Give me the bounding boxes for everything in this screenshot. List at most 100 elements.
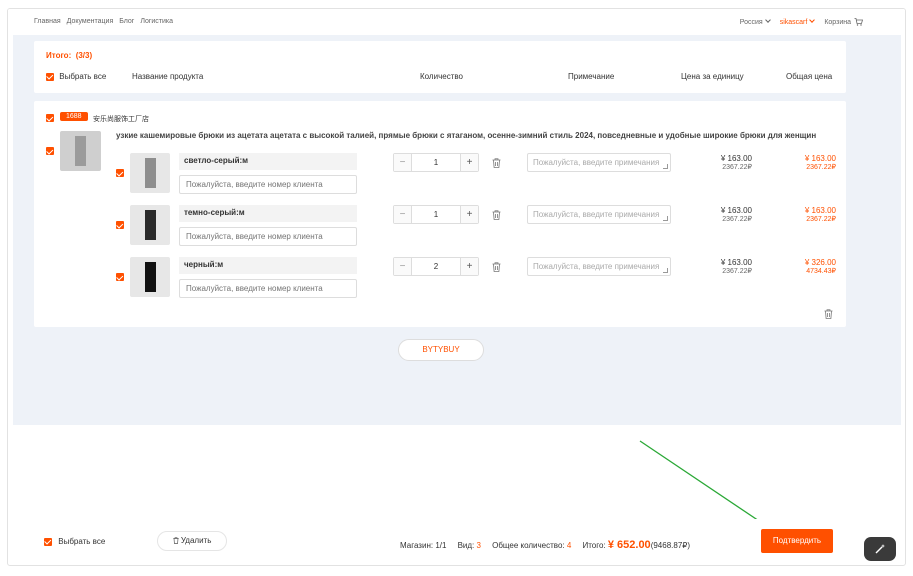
unit-price-cny: ¥ 163.00	[720, 154, 752, 163]
column-header-quantity: Количество	[420, 72, 463, 81]
kinds-value: 3	[476, 541, 481, 550]
unit-price: ¥ 163.00 2367.22₽	[702, 206, 752, 224]
confirm-button[interactable]: Подтвердить	[761, 529, 833, 553]
magic-wand-button[interactable]	[864, 537, 896, 561]
quantity-value[interactable]: 1	[411, 206, 461, 223]
nav-links: Главная Документация Блог Логистика	[34, 18, 173, 25]
cart-link[interactable]: Корзина	[824, 18, 863, 26]
quantity-value: 4	[566, 541, 572, 550]
grand-total-label: Итого:	[582, 541, 606, 550]
select-all-header[interactable]: Выбрать все	[46, 72, 106, 81]
shops-value: 1/1	[435, 541, 447, 550]
pants-image	[75, 136, 86, 166]
variant-image[interactable]	[130, 257, 170, 297]
column-header-total-price: Общая цена	[786, 72, 833, 81]
variant-name: светло-серый:м	[179, 153, 357, 170]
checkbox-checked-icon[interactable]	[46, 72, 54, 81]
trash-icon[interactable]	[492, 262, 501, 272]
nav-link-home[interactable]: Главная	[34, 18, 61, 25]
magic-wand-icon	[875, 544, 885, 554]
nav-right: Россия sikascarf Корзина	[740, 16, 863, 26]
shops-label: Магазин:	[400, 541, 434, 550]
total-price: ¥ 326.00 4734.43₽	[784, 258, 836, 276]
unit-price-cny: ¥ 163.00	[720, 258, 752, 267]
chevron-down-icon	[764, 16, 771, 23]
country-selector[interactable]: Россия	[740, 16, 771, 26]
cart-icon	[854, 18, 863, 26]
username: sikascarf	[779, 18, 808, 26]
increment-button[interactable]: +	[461, 206, 478, 223]
product-image[interactable]	[60, 131, 101, 171]
customer-number-input[interactable]	[179, 175, 357, 194]
note-input[interactable]: Пожалуйста, введите примечания	[527, 257, 671, 276]
footer-select-all[interactable]: Выбрать все	[44, 537, 105, 546]
total-price-rub: 2367.22₽	[806, 216, 836, 223]
quantity-value[interactable]: 1	[411, 154, 461, 171]
note-input[interactable]: Пожалуйста, введите примечания	[527, 205, 671, 224]
quantity-stepper[interactable]: − 1 +	[393, 153, 479, 172]
app-window: Главная Документация Блог Логистика Росс…	[7, 8, 906, 566]
total-label: Итого:	[46, 51, 72, 60]
total-price-cny: ¥ 326.00	[804, 258, 836, 267]
variant-image[interactable]	[130, 205, 170, 245]
cart-label: Корзина	[824, 18, 851, 26]
shop-card: 1688 安乐尚服饰工厂店 узкие кашемировые брюки из…	[34, 101, 846, 327]
pants-image	[144, 158, 156, 188]
note-input[interactable]: Пожалуйста, введите примечания	[527, 153, 671, 172]
shop-name[interactable]: 安乐尚服饰工厂店	[93, 114, 149, 124]
cart-summary-header: Итого: (3/3) Выбрать все Название продук…	[34, 41, 846, 93]
trash-icon[interactable]	[492, 210, 501, 220]
footer-select-all-label: Выбрать все	[58, 537, 106, 546]
unit-price-cny: ¥ 163.00	[720, 206, 752, 215]
quantity-stepper[interactable]: − 2 +	[393, 257, 479, 276]
total-price-rub: 2367.22₽	[806, 164, 836, 171]
nav-link-blog[interactable]: Блог	[119, 18, 134, 25]
buy-more-button[interactable]: BYTYBUY	[398, 339, 484, 361]
quantity-stepper[interactable]: − 1 +	[393, 205, 479, 224]
column-header-note: Примечание	[568, 72, 615, 81]
customer-number-input[interactable]	[179, 227, 357, 246]
column-header-unit-price: Цена за единицу	[681, 72, 744, 81]
nav-link-docs[interactable]: Документация	[67, 18, 114, 25]
user-menu[interactable]: sikascarf	[779, 16, 816, 26]
select-all-label: Выбрать все	[59, 72, 107, 81]
checkbox-checked-icon[interactable]	[44, 537, 52, 546]
total-price: ¥ 163.00 2367.22₽	[784, 206, 836, 224]
variant-name: черный:м	[179, 257, 357, 274]
variant-image[interactable]	[130, 153, 170, 193]
delete-product-trash-icon[interactable]	[824, 309, 833, 319]
unit-price-rub: 2367.22₽	[722, 164, 752, 171]
unit-price-rub: 2367.22₽	[722, 216, 752, 223]
platform-badge: 1688	[60, 112, 88, 121]
product-checkbox[interactable]	[46, 147, 54, 155]
delete-selected-button[interactable]: Удалить	[157, 531, 227, 551]
variant-checkbox[interactable]	[116, 169, 124, 177]
chevron-down-icon	[809, 16, 816, 23]
increment-button[interactable]: +	[461, 258, 478, 275]
variant-checkbox[interactable]	[116, 221, 124, 229]
decrement-button[interactable]: −	[394, 258, 411, 275]
decrement-button[interactable]: −	[394, 154, 411, 171]
product-title[interactable]: узкие кашемировые брюки из ацетата ацета…	[116, 131, 816, 140]
variant-name: темно-серый:м	[179, 205, 357, 222]
kinds-label: Вид:	[457, 541, 475, 550]
order-stats: Магазин: 1/1 Вид: 3 Общее количество: 4 …	[400, 539, 690, 551]
total-price-cny: ¥ 163.00	[804, 154, 836, 163]
quantity-value[interactable]: 2	[411, 258, 461, 275]
trash-icon[interactable]	[492, 158, 501, 168]
decrement-button[interactable]: −	[394, 206, 411, 223]
top-navigation: Главная Документация Блог Логистика Росс…	[8, 9, 905, 35]
total-price-cny: ¥ 163.00	[804, 206, 836, 215]
unit-price-rub: 2367.22₽	[722, 268, 752, 275]
pants-image	[144, 262, 156, 292]
total-count: (3/3)	[75, 51, 93, 60]
shop-checkbox[interactable]	[46, 114, 54, 122]
cart-total-count: Итого: (3/3)	[46, 51, 92, 60]
trash-icon	[172, 537, 179, 544]
nav-link-logistics[interactable]: Логистика	[140, 18, 173, 25]
variant-checkbox[interactable]	[116, 273, 124, 281]
checkout-footer: Выбрать все Удалить Магазин: 1/1 Вид: 3 …	[34, 519, 846, 565]
grand-total-value: ¥ 652.00	[607, 539, 651, 551]
increment-button[interactable]: +	[461, 154, 478, 171]
customer-number-input[interactable]	[179, 279, 357, 298]
